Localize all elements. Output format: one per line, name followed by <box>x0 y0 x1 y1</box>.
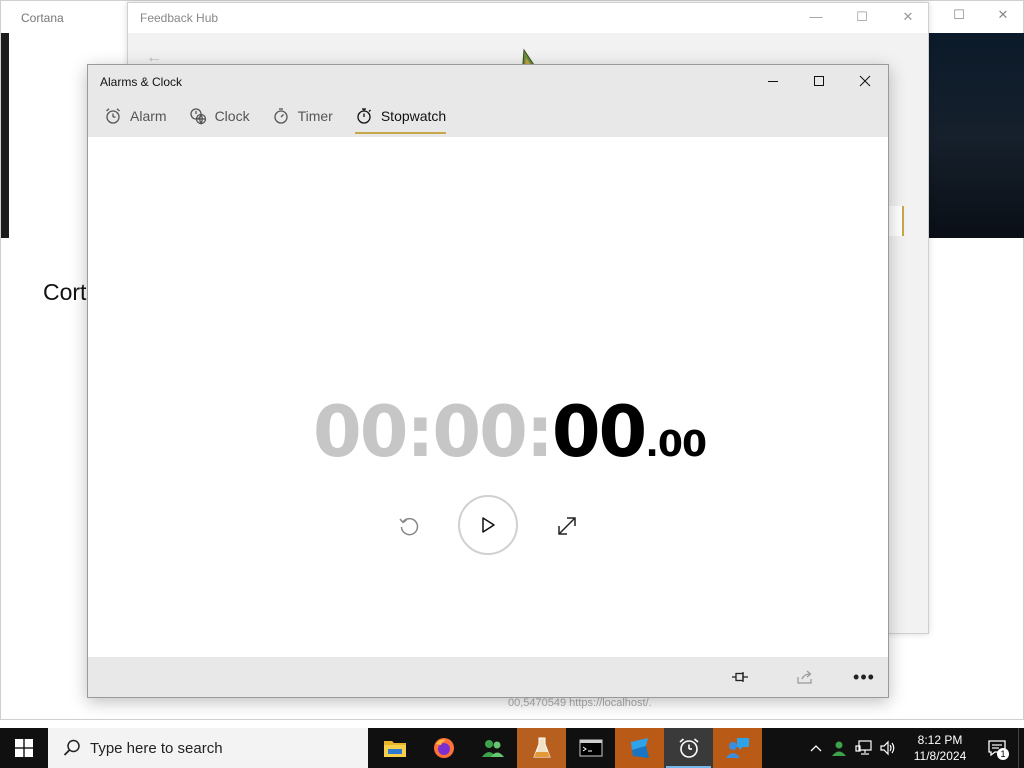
stopwatch-seconds: 00 <box>551 391 647 473</box>
alarm-icon <box>104 107 122 125</box>
window-controls <box>750 65 888 97</box>
world-clock-icon <box>189 107 207 125</box>
pin-icon <box>732 672 748 682</box>
volume-icon <box>880 740 895 756</box>
stopwatch-hours: 00: <box>313 391 434 473</box>
taskbar-app-people[interactable] <box>468 728 517 768</box>
tab-stopwatch-label: Stopwatch <box>380 108 447 124</box>
maximize-button[interactable] <box>796 65 842 97</box>
taskbar-app-file-explorer[interactable] <box>370 728 419 768</box>
pin-button[interactable] <box>728 665 752 689</box>
expand-button[interactable] <box>554 513 580 539</box>
feedback-hub-controls: — ☐ ✕ <box>806 9 918 25</box>
tab-timer-label: Timer <box>297 108 333 124</box>
action-center-button[interactable]: 1 <box>976 728 1018 768</box>
notification-count-badge: 1 <box>997 748 1009 760</box>
share-button[interactable] <box>793 665 817 689</box>
reset-icon <box>399 517 419 536</box>
minimize-icon <box>768 81 778 82</box>
cortana-heading: Cort <box>43 279 87 305</box>
command-bar: ••• <box>88 657 888 697</box>
stopwatch-icon <box>355 107 373 125</box>
firefox-icon <box>433 738 454 758</box>
search-icon <box>63 739 80 756</box>
cortana-close-icon[interactable]: ✕ <box>993 7 1013 23</box>
taskbar: Type here to search 8:12 PM 11/8/2024 1 <box>0 728 1024 768</box>
tab-timer[interactable]: Timer <box>272 99 333 133</box>
close-icon <box>859 75 871 87</box>
network-button[interactable] <box>852 728 876 768</box>
tab-stopwatch[interactable]: Stopwatch <box>354 99 447 134</box>
app-blue-icon <box>630 738 649 758</box>
share-icon <box>797 670 812 684</box>
feedback-hub-icon <box>725 738 749 758</box>
maximize-icon <box>814 76 824 86</box>
system-tray: 8:12 PM 11/8/2024 1 <box>804 728 1024 768</box>
taskbar-app-firefox[interactable] <box>419 728 468 768</box>
tab-clock[interactable]: Clock <box>189 99 250 133</box>
volume-button[interactable] <box>876 728 900 768</box>
people-tray-icon <box>832 741 846 756</box>
tab-alarm-label: Alarm <box>130 108 167 124</box>
taskbar-app-terminal[interactable] <box>566 728 615 768</box>
lab-flask-icon <box>532 737 551 758</box>
cortana-dark-panel <box>1 33 9 238</box>
timer-icon <box>272 107 290 125</box>
feedback-minimize-icon[interactable]: — <box>806 9 826 25</box>
start-button[interactable] <box>458 495 518 555</box>
show-hidden-icons-button[interactable] <box>804 728 828 768</box>
window-title: Alarms & Clock <box>100 75 183 89</box>
reset-button[interactable] <box>396 513 422 539</box>
people-icon <box>481 740 504 757</box>
status-url-text: 00,5470549 https://localhost/. <box>508 697 652 709</box>
taskbar-app-feedback-hub[interactable] <box>713 728 762 768</box>
file-explorer-icon <box>383 741 406 757</box>
taskbar-search-box[interactable]: Type here to search <box>48 728 368 768</box>
tab-bar: Alarm Clock Timer Stopwatch <box>88 99 888 137</box>
cortana-maximize-icon[interactable]: ☐ <box>949 7 969 23</box>
alarms-clock-titlebar[interactable]: Alarms & Clock <box>88 65 888 99</box>
feedback-input-edge[interactable] <box>888 206 904 236</box>
expand-icon <box>558 517 576 535</box>
stopwatch-minutes: 00: <box>432 391 553 473</box>
taskbar-apps <box>370 728 762 768</box>
taskbar-app-lab[interactable] <box>517 728 566 768</box>
cortana-hero-image <box>929 33 1024 238</box>
tab-alarm[interactable]: Alarm <box>104 99 167 133</box>
alarms-clock-window: Alarms & Clock Alarm Clock Timer Stopwat… <box>87 64 889 698</box>
feedback-hub-title: Feedback Hub <box>140 11 219 25</box>
tab-clock-label: Clock <box>214 108 250 124</box>
alarms-clock-icon <box>678 738 699 758</box>
chevron-up-icon <box>810 745 822 752</box>
show-desktop-button[interactable] <box>1018 728 1024 768</box>
feedback-close-icon[interactable]: ✕ <box>898 9 918 25</box>
stopwatch-controls <box>388 495 588 555</box>
close-button[interactable] <box>842 65 888 97</box>
terminal-icon <box>579 739 602 757</box>
taskbar-clock[interactable]: 8:12 PM 11/8/2024 <box>904 732 976 764</box>
search-placeholder: Type here to search <box>90 739 223 757</box>
stopwatch-content: 00: 00: 00 .00 <box>88 137 888 658</box>
windows-logo-icon <box>15 739 33 757</box>
start-button-taskbar[interactable] <box>0 728 48 768</box>
taskbar-app-alarms-clock[interactable] <box>664 728 713 768</box>
feedback-maximize-icon[interactable]: ☐ <box>852 9 872 25</box>
clock-date: 11/8/2024 <box>913 749 967 763</box>
play-icon <box>482 517 495 533</box>
taskbar-app-blue[interactable] <box>615 728 664 768</box>
cortana-window-title: Cortana <box>21 11 64 25</box>
network-icon <box>855 740 872 755</box>
tray-people-button[interactable] <box>828 728 852 768</box>
minimize-button[interactable] <box>750 65 796 97</box>
feedback-hub-titlebar: Feedback Hub — ☐ ✕ <box>128 3 928 33</box>
more-options-button[interactable]: ••• <box>852 665 876 689</box>
cortana-window-controls: ☐ ✕ <box>949 7 1013 23</box>
more-icon: ••• <box>853 666 875 687</box>
stopwatch-display: 00: 00: 00 .00 <box>313 391 707 473</box>
stopwatch-fraction: .00 <box>645 424 707 465</box>
clock-time: 8:12 PM <box>917 733 963 747</box>
